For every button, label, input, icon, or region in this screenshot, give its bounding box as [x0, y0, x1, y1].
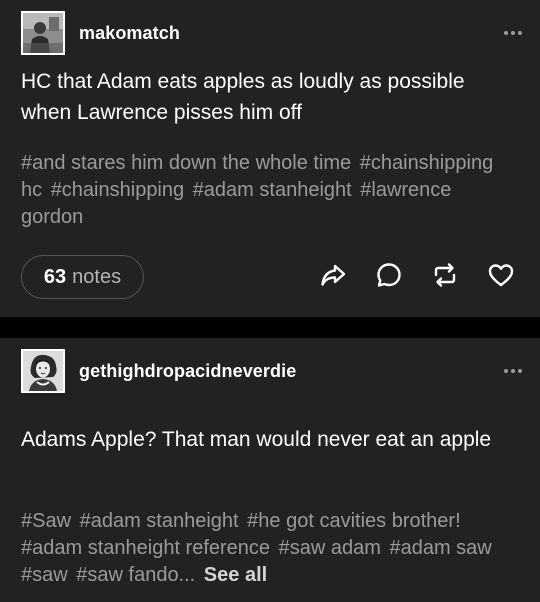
more-options-icon[interactable]	[504, 31, 522, 35]
post-actions	[318, 260, 516, 290]
reply-icon[interactable]	[374, 260, 404, 290]
username[interactable]: makomatch	[79, 23, 180, 44]
post-header: makomatch	[21, 11, 522, 55]
notes-button[interactable]: 63 notes	[21, 255, 144, 299]
notes-label: notes	[72, 265, 122, 288]
more-options-icon[interactable]	[504, 369, 522, 373]
avatar[interactable]	[21, 11, 65, 55]
tag-list: #Saw #adam stanheight #he got cavities b…	[21, 508, 510, 589]
person-photo-avatar-icon	[23, 13, 63, 53]
like-icon[interactable]	[486, 260, 516, 290]
post-card: makomatch HC that Adam eats apples as lo…	[0, 0, 540, 317]
share-icon[interactable]	[318, 260, 348, 290]
vintage-portrait-avatar-icon	[23, 351, 63, 391]
tag[interactable]: #chainshipping	[51, 179, 184, 201]
tag-list: #and stares him down the whole time #cha…	[21, 150, 510, 231]
tag[interactable]: #he got cavities brother!	[247, 510, 460, 532]
username[interactable]: gethighdropacidneverdie	[79, 361, 296, 382]
post-header: gethighdropacidneverdie	[21, 349, 522, 393]
tag[interactable]: #saw	[21, 564, 68, 586]
post-text: Adams Apple? That man would never eat an…	[21, 428, 492, 451]
tag[interactable]: #saw adam	[279, 537, 381, 559]
post-card: gethighdropacidneverdie Adams Apple? Tha…	[0, 338, 540, 602]
post-text: HC that Adam eats apples as loudly as po…	[21, 70, 465, 124]
post-separator	[0, 317, 540, 338]
avatar[interactable]	[21, 349, 65, 393]
tag[interactable]: #Saw	[21, 510, 71, 532]
tag[interactable]: #adam stanheight	[80, 510, 239, 532]
tag[interactable]: #and stares him down the whole time	[21, 152, 351, 174]
see-all-link[interactable]: See all	[204, 564, 267, 586]
reblog-icon[interactable]	[430, 260, 460, 290]
tag[interactable]: #adam saw	[389, 537, 491, 559]
notes-count: 63	[43, 265, 67, 288]
tag[interactable]: #saw fando...	[76, 564, 195, 586]
tag[interactable]: #adam stanheight	[193, 179, 352, 201]
tag[interactable]: #adam stanheight reference	[21, 537, 270, 559]
